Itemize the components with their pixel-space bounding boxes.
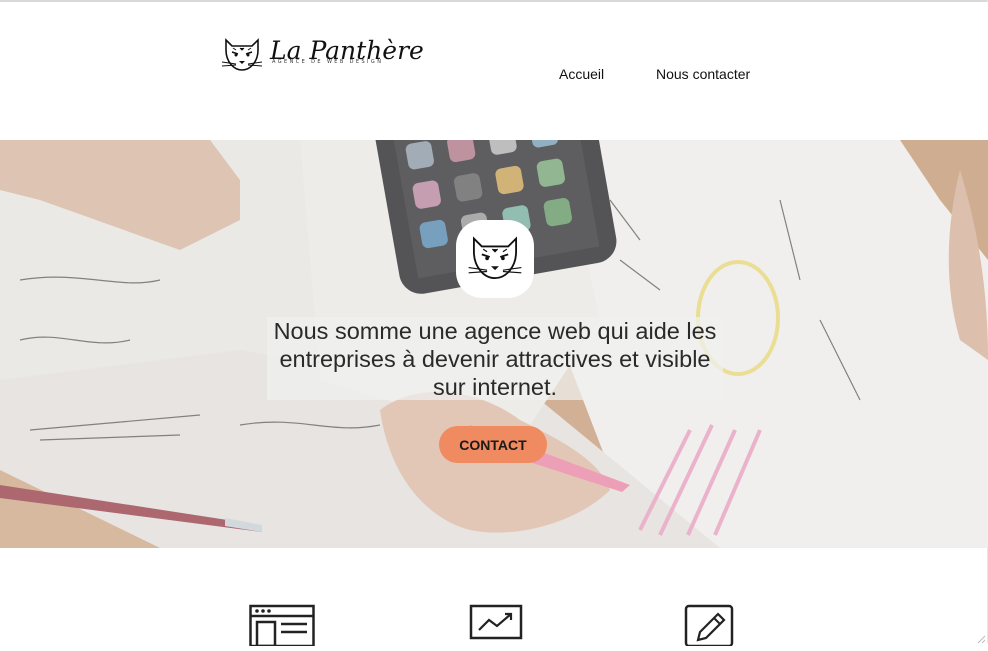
hero-badge (456, 220, 534, 298)
nav-link-nous-contacter[interactable]: Nous contacter (656, 66, 750, 82)
brand-logo[interactable]: La Panthère AGENCE DE WEB DESIGN (220, 34, 424, 79)
hero-text-box: Nous somme une agence web qui aide les e… (267, 317, 723, 400)
contact-button[interactable]: CONTACT (439, 426, 547, 463)
brand-tagline: AGENCE DE WEB DESIGN (272, 59, 384, 65)
nav-link-accueil[interactable]: Accueil (559, 66, 604, 82)
hero-headline: Nous somme une agence web qui aide les e… (273, 318, 717, 400)
resize-grip-icon[interactable] (976, 631, 986, 644)
trending-chart-icon (469, 602, 523, 651)
panther-head-icon (220, 34, 264, 79)
hero-section: Nous somme une agence web qui aide les e… (0, 140, 988, 548)
panther-head-icon (466, 230, 524, 289)
browser-window-icon (249, 602, 315, 651)
site-header: La Panthère AGENCE DE WEB DESIGN Accueil… (0, 2, 988, 140)
pencil-edit-icon (684, 602, 734, 651)
